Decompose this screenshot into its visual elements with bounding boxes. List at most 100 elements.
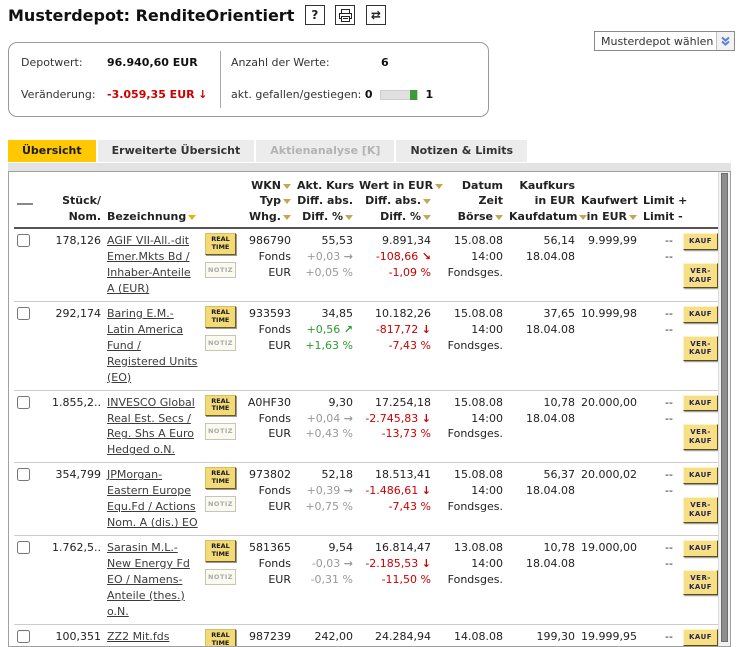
depot-select[interactable]: Musterdepot wählen [594, 31, 735, 51]
kauf-button[interactable]: KAUF [683, 629, 718, 646]
realtime-badge[interactable]: REALTIME [205, 629, 236, 647]
realtime-badge[interactable]: REALTIME [205, 395, 236, 417]
notiz-badge[interactable]: NOTIZ [205, 262, 236, 278]
kaufdatum-value: 18.04.08 [509, 483, 575, 499]
kauf-button[interactable]: KAUF [683, 233, 718, 250]
position-name-link[interactable]: ZZ2 Mit.fds i.fest.u.var.ve.WP / Inh.-An… [107, 630, 203, 647]
kaufdatum-value: 18.04.08 [509, 322, 575, 338]
position-name-link[interactable]: Baring E.M.-Latin America Fund / Registe… [107, 307, 197, 384]
verkauf-button[interactable]: VER-KAUF [683, 570, 718, 596]
sort-arrow-icon[interactable] [345, 215, 353, 220]
row-checkbox[interactable] [17, 541, 30, 554]
kurs-value: 242,00 [297, 629, 353, 645]
tab-erweiterte-uebersicht[interactable]: Erweiterte Übersicht [98, 140, 255, 162]
boerse-value: Fondsges. [437, 426, 503, 442]
sort-arrow-icon[interactable] [629, 215, 637, 220]
kurs-diff-pct: +1,63 % [297, 338, 353, 354]
kurs-diff: +0,04 [307, 412, 341, 425]
realtime-badge[interactable]: REALTIME [205, 540, 236, 562]
kurs-value: 52,18 [297, 467, 353, 483]
kaufwert-value: 20.000,02 [578, 463, 640, 536]
limit-plus: -- [643, 233, 673, 249]
wert-diff: -817,72 [376, 323, 418, 336]
notiz-badge[interactable]: NOTIZ [205, 335, 236, 351]
row-checkbox[interactable] [17, 468, 30, 481]
row-checkbox[interactable] [17, 396, 30, 409]
table-row: 354,799 JPMorgan-Eastern Europe Equ.Fd /… [14, 463, 718, 536]
typ-value: Fonds [241, 483, 291, 499]
tab-uebersicht[interactable]: Übersicht [8, 140, 96, 162]
position-amount: 1.855,2.. [42, 390, 104, 463]
zeit-value: 14:00 [437, 411, 503, 427]
realtime-badge[interactable]: REALTIME [205, 233, 236, 255]
depot-select-button[interactable] [716, 32, 734, 50]
notiz-badge[interactable]: NOTIZ [205, 496, 236, 512]
sort-arrow-icon[interactable] [283, 184, 291, 189]
position-name-link[interactable]: Sarasin M.L.-New Energy Fd EO / Namens- … [107, 541, 190, 618]
limit-minus: -- [643, 322, 673, 338]
anzahl-value: 6 [381, 56, 389, 69]
position-name-link[interactable]: INVESCO Global Real Est. Secs / Reg. Shs… [107, 396, 195, 457]
position-amount: 1.762,5.. [42, 536, 104, 625]
scrollbar-thumb[interactable] [721, 173, 728, 642]
kurs-diff-pct: +0,05 % [297, 265, 353, 281]
kauf-button[interactable]: KAUF [683, 467, 718, 484]
position-name-link[interactable]: AGIF VII-All.-dit Emer.Mkts Bd / Inhaber… [107, 234, 191, 295]
header-kurs: Akt. Kurs Diff. abs. Diff. % [294, 176, 356, 228]
sort-arrow-icon[interactable] [188, 215, 196, 220]
kauf-button[interactable]: KAUF [683, 395, 718, 412]
kaufkurs-value: 37,65 [509, 306, 575, 322]
vertical-scrollbar[interactable] [718, 172, 730, 646]
kaufdatum-value: 18.04.08 [509, 411, 575, 427]
realtime-badge[interactable]: REALTIME [205, 467, 236, 489]
datum-value: 15.08.08 [437, 395, 503, 411]
kurs-diff: +0,39 [307, 484, 341, 497]
sort-arrow-icon[interactable] [423, 215, 431, 220]
wert-diff-pct: -11,50 % [359, 572, 431, 588]
portfolio-table: Stück/ Nom. Bezeichnung WKN Typ Whg. [14, 176, 718, 647]
datum-value: 14.08.08 [437, 629, 503, 645]
tab-notizen-limits[interactable]: Notizen & Limits [396, 140, 527, 162]
notiz-badge[interactable]: NOTIZ [205, 569, 236, 585]
verkauf-button[interactable]: VER-KAUF [683, 497, 718, 523]
help-button[interactable]: ? [305, 5, 325, 25]
whg-value: EUR [241, 265, 291, 281]
header-limit: Limit + Limit - [640, 176, 676, 228]
portfolio-rows: 178,126 AGIF VII-All.-dit Emer.Mkts Bd /… [14, 228, 718, 647]
kurs-diff-pct: -0,31 % [297, 572, 353, 588]
print-button[interactable] [335, 5, 355, 25]
realtime-badge[interactable]: REALTIME [205, 306, 236, 328]
limit-plus: -- [643, 540, 673, 556]
row-checkbox[interactable] [17, 630, 30, 643]
wert-value: 16.814,47 [359, 540, 431, 556]
refresh-button[interactable]: ⇄ [366, 5, 386, 25]
row-checkbox[interactable] [17, 234, 30, 247]
table-row: 178,126 AGIF VII-All.-dit Emer.Mkts Bd /… [14, 228, 718, 301]
verkauf-button[interactable]: VER-KAUF [683, 336, 718, 362]
sort-arrow-icon[interactable] [495, 215, 503, 220]
kauf-button[interactable]: KAUF [683, 306, 718, 323]
verkauf-button[interactable]: VER-KAUF [683, 263, 718, 289]
sort-arrow-icon[interactable] [435, 184, 443, 189]
position-amount: 354,799 [42, 463, 104, 536]
kurs-diff: +0,03 [307, 250, 341, 263]
sort-arrow-icon[interactable] [283, 215, 291, 220]
verkauf-button[interactable]: VER-KAUF [683, 424, 718, 450]
wkn-value: 986790 [241, 233, 291, 249]
notiz-badge[interactable]: NOTIZ [205, 423, 236, 439]
kurs-diff-pct: +0,43 % [297, 426, 353, 442]
wert-diff: -108,66 [376, 250, 418, 263]
depot-select-value: Musterdepot wählen [595, 35, 716, 48]
veraenderung-value: -3.059,35 EUR [107, 88, 195, 101]
limit-plus: -- [643, 467, 673, 483]
wkn-value: 973802 [241, 467, 291, 483]
trend-arrow-icon: ↓ [422, 557, 431, 570]
kauf-button[interactable]: KAUF [683, 540, 718, 557]
datum-value: 15.08.08 [437, 233, 503, 249]
position-name-link[interactable]: JPMorgan-Eastern Europe Equ.Fd / Actions… [107, 468, 198, 529]
typ-value: Fonds [241, 322, 291, 338]
zeit-value: 14:00 [437, 483, 503, 499]
sort-arrow-icon[interactable] [423, 199, 431, 204]
row-checkbox[interactable] [17, 307, 30, 320]
sort-arrow-icon[interactable] [283, 199, 291, 204]
